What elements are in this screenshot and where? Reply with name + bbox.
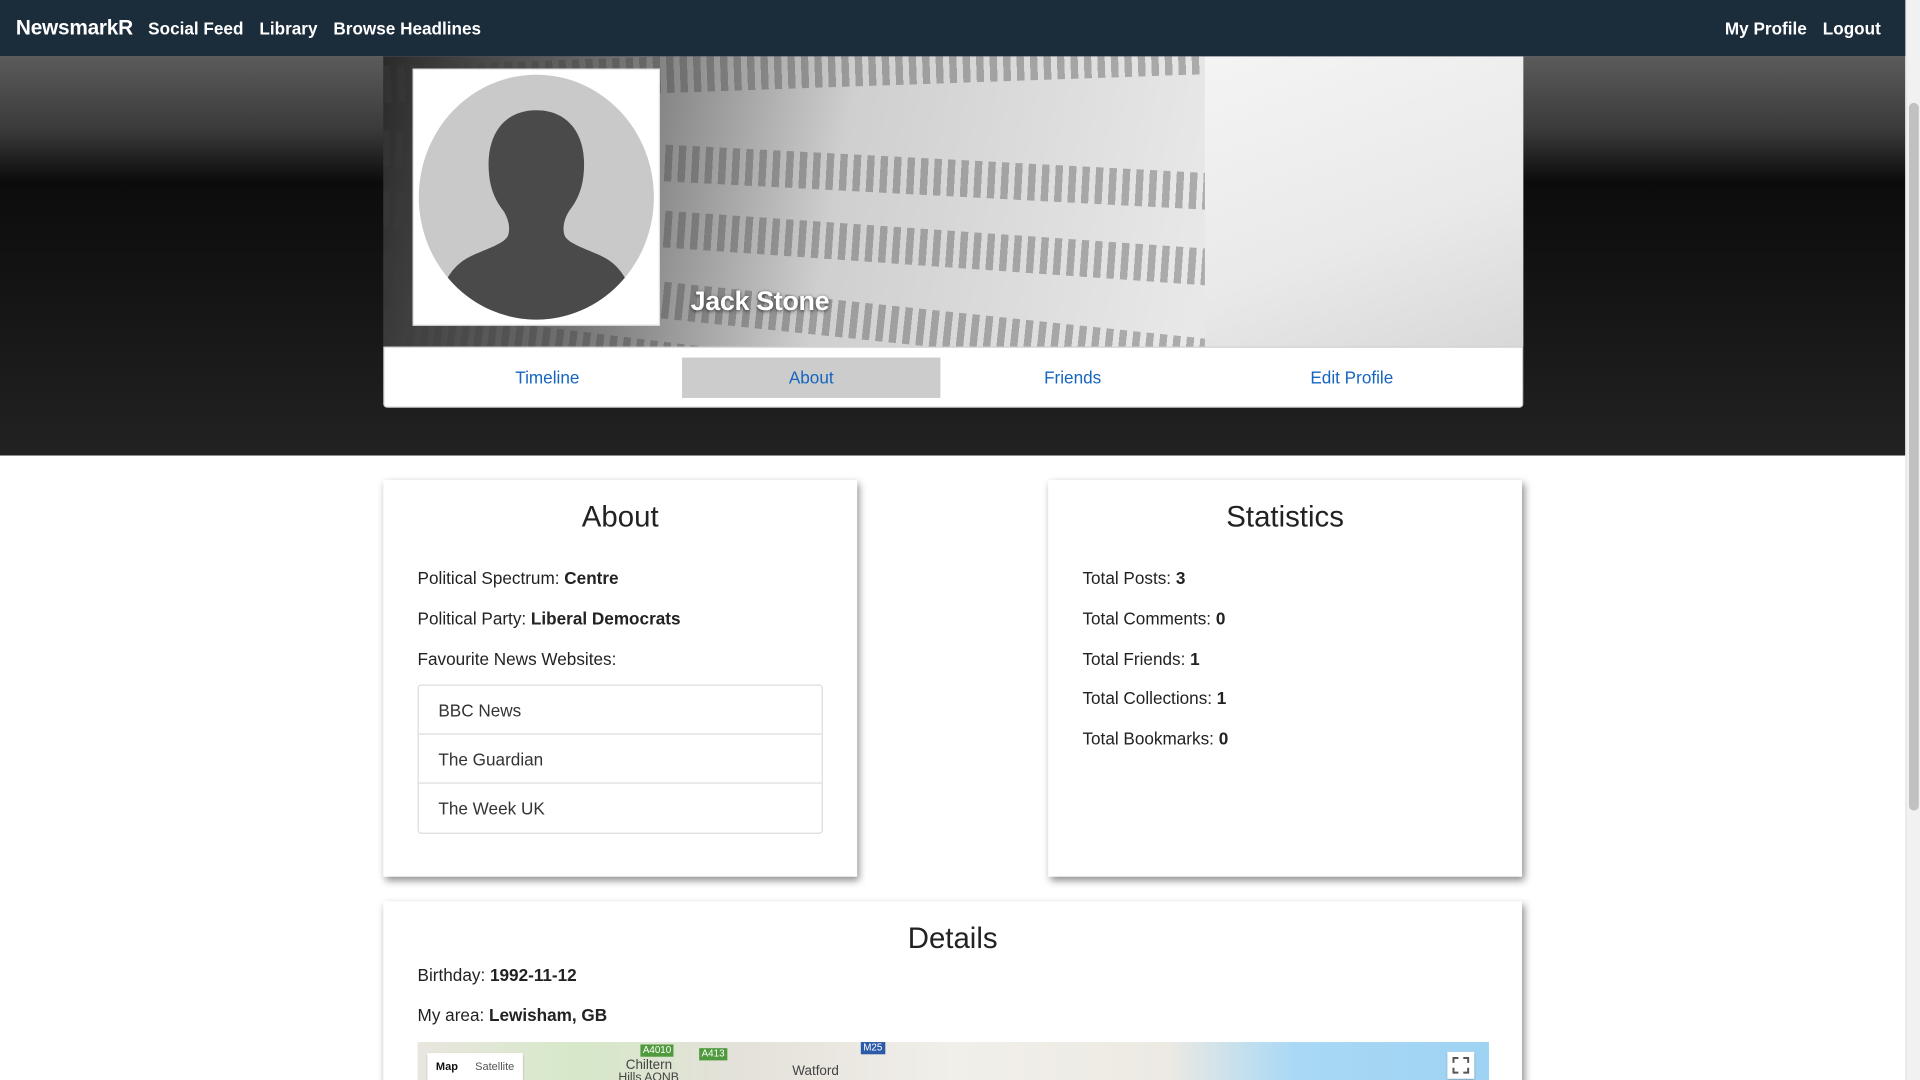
map-type-map-button[interactable]: Map [427, 1053, 466, 1080]
area-map[interactable]: Map Satellite A4010 A413 M25 Chiltern Hi… [417, 1042, 1489, 1080]
fullscreen-icon [1452, 1056, 1470, 1074]
stat-value: 1 [1216, 688, 1227, 708]
top-navbar: NewsmarkR Social Feed Library Browse Hea… [0, 0, 1906, 57]
map-type-satellite-button[interactable]: Satellite [467, 1053, 523, 1080]
account-nav: My Profile Logout [1725, 18, 1881, 38]
map-fullscreen-button[interactable] [1447, 1051, 1475, 1079]
nav-library[interactable]: Library [259, 18, 317, 38]
profile-avatar [412, 68, 661, 326]
birthday-value: 1992-11-12 [489, 964, 577, 985]
stat-label: Total Friends: [1082, 648, 1186, 669]
political-spectrum-label: Political Spectrum: [417, 568, 560, 588]
about-card: About Political Spectrum: Centre Politic… [383, 480, 858, 877]
nav-social-feed[interactable]: Social Feed [148, 18, 243, 38]
default-user-avatar-icon [418, 74, 654, 320]
political-party-label: Political Party: [417, 608, 527, 629]
nav-my-profile[interactable]: My Profile [1725, 18, 1807, 38]
road-label: A4010 [640, 1044, 674, 1057]
stat-label: Total Comments: [1082, 608, 1212, 629]
list-item: The Guardian [418, 735, 822, 784]
tab-about[interactable]: About [682, 357, 941, 398]
area-label: My area: [417, 1005, 485, 1025]
stat-total-posts: Total Posts: 3 [1082, 568, 1185, 588]
map-type-toggle: Map Satellite [427, 1053, 523, 1080]
stat-total-collections: Total Collections: 1 [1082, 688, 1226, 708]
profile-name: Jack Stone [690, 285, 830, 316]
statistics-title: Statistics [1226, 500, 1344, 534]
favourite-sites-label: Favourite News Websites: [417, 648, 617, 669]
birthday-row: Birthday: 1992-11-12 [418, 965, 577, 985]
political-party-row: Political Party: Liberal Democrats [418, 609, 681, 629]
birthday-label: Birthday: [417, 964, 486, 985]
stat-value: 0 [1218, 728, 1229, 749]
scrollbar-thumb[interactable] [1908, 102, 1919, 811]
details-card: Details Birthday: 1992-11-12 My area: Le… [383, 901, 1523, 1080]
list-item: The Week UK [438, 798, 545, 818]
tab-timeline[interactable]: Timeline [468, 358, 627, 398]
nav-browse-headlines[interactable]: Browse Headlines [333, 18, 481, 38]
map-place-label: Watford [792, 1064, 839, 1079]
area-row: My area: Lewisham, GB [418, 1005, 608, 1025]
favourite-sites-list: BBC News The Guardian The Week UK [417, 684, 823, 834]
political-spectrum-row: Political Spectrum: Centre [418, 568, 619, 588]
road-label: A413 [699, 1048, 727, 1061]
stat-total-comments: Total Comments: 0 [1082, 609, 1225, 629]
statistics-card: Statistics Total Posts: 3 Total Comments… [1048, 480, 1523, 877]
page: NewsmarkR Social Feed Library Browse Hea… [0, 0, 1920, 1080]
stat-label: Total Bookmarks: [1082, 728, 1214, 749]
area-value: Lewisham, GB [489, 1005, 608, 1025]
political-spectrum-value: Centre [564, 568, 619, 588]
stat-value: 1 [1190, 648, 1200, 669]
tab-friends[interactable]: Friends [993, 358, 1152, 398]
details-title: Details [907, 922, 998, 956]
stat-label: Total Posts: [1082, 568, 1172, 588]
tab-edit-profile[interactable]: Edit Profile [1266, 358, 1437, 398]
stat-total-bookmarks: Total Bookmarks: 0 [1082, 729, 1228, 749]
stat-total-friends: Total Friends: 1 [1082, 649, 1199, 669]
stat-value: 0 [1215, 608, 1226, 629]
primary-nav: Social Feed Library Browse Headlines [148, 18, 481, 38]
cover-paper-sheet [1204, 56, 1524, 347]
page-scrollbar[interactable] [1905, 0, 1920, 1080]
road-label: M25 [860, 1042, 885, 1055]
map-place-label: Hills AONB [618, 1071, 679, 1080]
profile-tabs: Timeline About Friends Edit Profile [383, 346, 1524, 408]
political-party-value: Liberal Democrats [530, 608, 681, 629]
stat-value: 3 [1175, 568, 1186, 588]
about-title: About [581, 500, 659, 534]
brand-logo-link[interactable]: NewsmarkR [16, 16, 133, 40]
nav-logout[interactable]: Logout [1823, 18, 1881, 38]
stat-label: Total Collections: [1082, 688, 1213, 708]
list-item: BBC News [418, 686, 822, 735]
